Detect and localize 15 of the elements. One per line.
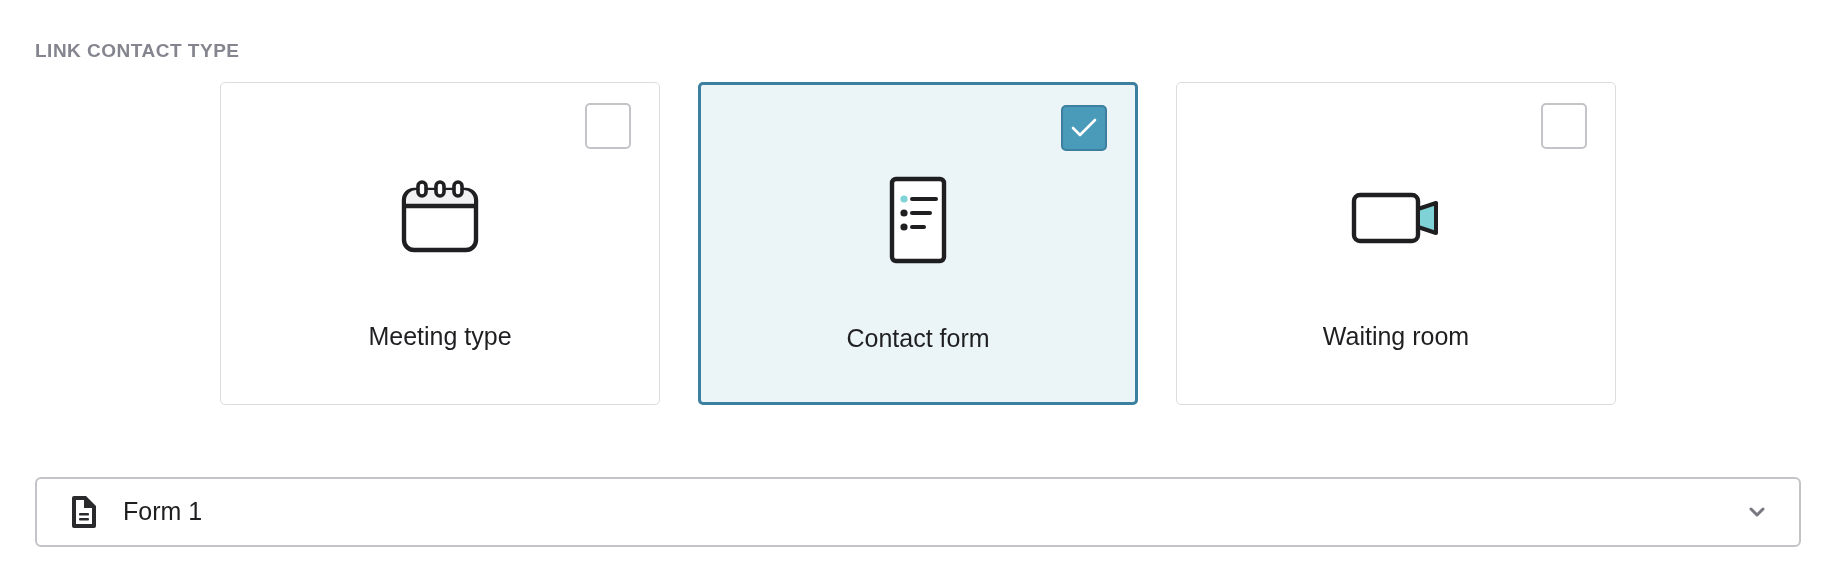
form-select[interactable]: Form 1 xyxy=(35,477,1801,547)
option-card[interactable]: Waiting room xyxy=(1176,82,1616,405)
checkbox[interactable] xyxy=(1541,103,1587,149)
section-label: LINK CONTACT TYPE xyxy=(35,40,241,62)
checkbox[interactable] xyxy=(1061,105,1107,151)
option-label: Meeting type xyxy=(368,321,512,352)
checkbox[interactable] xyxy=(585,103,631,149)
select-value: Form 1 xyxy=(123,496,203,528)
option-label: Contact form xyxy=(846,323,990,354)
chevron-down-icon xyxy=(1749,507,1765,517)
option-card[interactable]: Meeting type xyxy=(220,82,660,405)
document-icon xyxy=(71,495,97,529)
checkmark-icon xyxy=(1070,117,1098,139)
option-card[interactable]: Contact form xyxy=(698,82,1138,405)
option-label: Waiting room xyxy=(1322,321,1470,352)
